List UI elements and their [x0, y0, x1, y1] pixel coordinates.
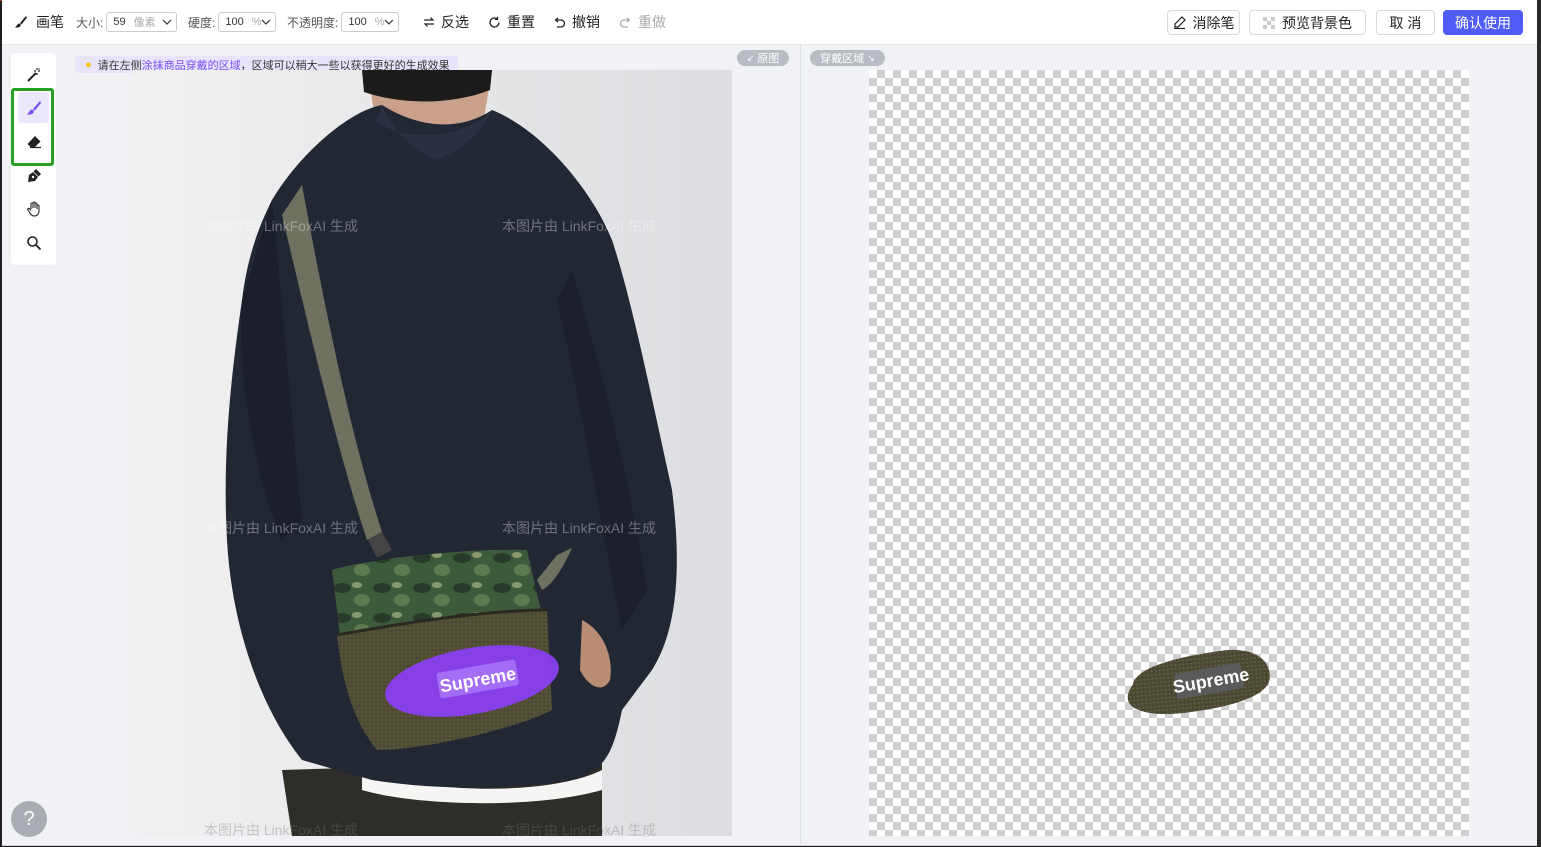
- hardness-value: 100: [225, 16, 244, 28]
- help-button[interactable]: ?: [11, 801, 47, 837]
- page-scrollbar[interactable]: [1537, 0, 1541, 847]
- confirm-button[interactable]: 确认使用: [1443, 10, 1523, 35]
- invert-button[interactable]: 反选: [423, 0, 469, 44]
- chevron-down-icon: [385, 19, 394, 25]
- original-photo[interactable]: Supreme 本图片由 LinkFoxAI 生成 本图片由 LinkFoxAI…: [132, 70, 732, 836]
- chevron-down-icon: [162, 19, 172, 25]
- watermark: 本图片由 LinkFoxAI 生成: [204, 822, 359, 836]
- magic-wand-icon: [26, 67, 40, 82]
- preview-bg-label: 预览背景色: [1282, 14, 1352, 31]
- wear-area-label: 穿戴区域: [820, 53, 865, 65]
- size-select[interactable]: 59 像素: [106, 12, 178, 32]
- toolbar: 画笔 大小: 59 像素 硬度: 100 % 不透明度: 100 % 反选 重置…: [2, 0, 1537, 45]
- checkerboard-icon: [1263, 16, 1275, 29]
- hand-tool[interactable]: [18, 193, 49, 224]
- undo-icon: [554, 16, 566, 28]
- collapse-icon: ↙: [746, 52, 755, 63]
- eraser-pen-icon: [1173, 16, 1186, 29]
- pen-nib-icon: [27, 168, 41, 182]
- tool-name: 画笔: [36, 14, 64, 30]
- original-tag[interactable]: ↙ 原图: [737, 50, 789, 66]
- watermark: 本图片由 LinkFoxAI 生成: [502, 520, 657, 536]
- watermark: 本图片由 LinkFoxAI 生成: [502, 822, 657, 836]
- preview-bg-button[interactable]: 预览背景色: [1249, 10, 1366, 35]
- hardness-control: 硬度: 100 %: [188, 0, 277, 44]
- confirm-label: 确认使用: [1455, 14, 1511, 31]
- undo-button[interactable]: 撤销: [553, 0, 600, 44]
- eraser-pen-label: 消除笔: [1192, 14, 1235, 31]
- redo-icon: [619, 16, 631, 28]
- hardness-select[interactable]: 100 %: [218, 12, 277, 32]
- size-label: 大小:: [76, 15, 104, 30]
- cutout-editor-window: 画笔 大小: 59 像素 硬度: 100 % 不透明度: 100 % 反选 重置…: [2, 0, 1537, 846]
- hardness-label: 硬度:: [188, 15, 216, 30]
- watermark: 本图片由 LinkFoxAI 生成: [204, 520, 359, 536]
- eraser-pen-button[interactable]: 消除笔: [1167, 10, 1240, 35]
- photo-illustration: Supreme: [132, 70, 732, 836]
- opacity-label: 不透明度:: [287, 15, 339, 30]
- redo-label: 重做: [638, 14, 666, 30]
- chevron-down-icon: [262, 19, 271, 25]
- watermark: 本图片由 LinkFoxAI 生成: [204, 218, 359, 234]
- refresh-icon: [489, 16, 500, 28]
- hand-icon: [26, 200, 40, 217]
- current-tool: 画笔: [14, 0, 64, 44]
- swap-icon: [423, 17, 435, 27]
- selection-highlight: [11, 88, 54, 166]
- size-control: 大小: 59 像素: [76, 0, 178, 44]
- size-value: 59: [113, 16, 126, 28]
- redo-button[interactable]: 重做: [619, 0, 666, 44]
- expand-icon: ↘: [867, 52, 875, 63]
- cutout-patch: Supreme: [1127, 649, 1270, 714]
- zoom-tool[interactable]: [18, 227, 49, 258]
- brush-icon: [15, 16, 27, 28]
- wear-area-tag[interactable]: 穿戴区域 ↘: [810, 50, 885, 66]
- help-label: ?: [23, 807, 35, 830]
- watermark: 本图片由 LinkFoxAI 生成: [502, 218, 657, 234]
- opacity-select[interactable]: 100 %: [341, 12, 400, 32]
- opacity-value: 100: [348, 16, 367, 28]
- lightbulb-icon: ●: [85, 58, 92, 71]
- original-label: 原图: [757, 53, 780, 65]
- magnifier-icon: [26, 235, 41, 250]
- opacity-unit: %: [374, 16, 385, 28]
- hardness-unit: %: [251, 16, 262, 28]
- magic-wand-tool[interactable]: [18, 59, 49, 90]
- undo-label: 撤销: [572, 14, 600, 30]
- cancel-button[interactable]: 取 消: [1376, 10, 1435, 35]
- cancel-label: 取 消: [1389, 14, 1422, 31]
- result-canvas[interactable]: [869, 70, 1469, 836]
- reset-button[interactable]: 重置: [488, 0, 535, 44]
- pane-divider: [800, 44, 801, 845]
- invert-label: 反选: [441, 14, 469, 30]
- reset-label: 重置: [507, 14, 535, 30]
- opacity-control: 不透明度: 100 %: [287, 0, 400, 44]
- size-unit: 像素: [133, 17, 156, 29]
